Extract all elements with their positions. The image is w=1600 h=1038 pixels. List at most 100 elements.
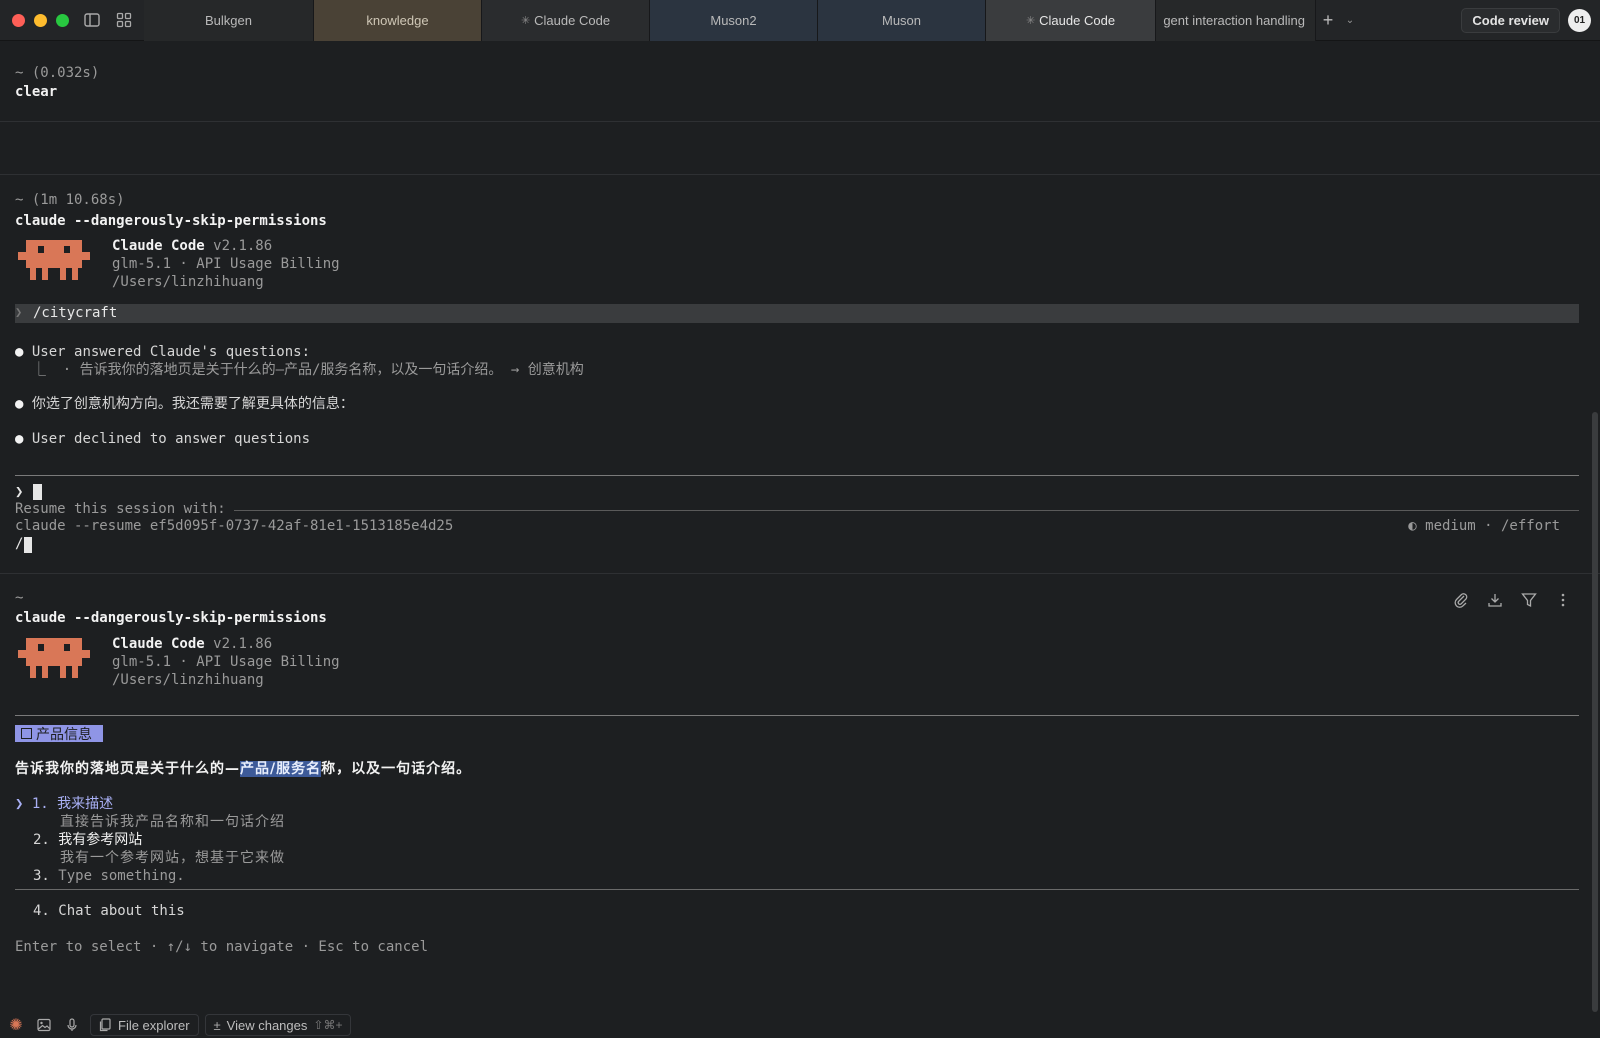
claude-mascot-icon — [18, 240, 90, 280]
file-explorer-button[interactable]: File explorer — [90, 1014, 199, 1036]
selected-text: 产品/服务名 — [240, 761, 322, 777]
view-changes-label: View changes — [226, 1017, 308, 1033]
option-description: 直接告诉我产品名称和一句话介绍 — [60, 814, 285, 830]
assistant-message: ● 你选了创意机构方向。我还需要了解更具体的信息： — [15, 396, 354, 412]
tab-label: gent interaction handling — [1163, 12, 1305, 28]
diff-icon: ± — [213, 1017, 221, 1033]
claude-mascot-icon — [18, 638, 90, 678]
command-text: claude --dangerously-skip-permissions — [15, 610, 327, 626]
tab-knowledge[interactable]: knowledge — [314, 0, 482, 41]
block-divider — [0, 573, 1600, 574]
resume-rule — [234, 510, 1579, 511]
tab-strip: Bulkgen knowledge ✳ Claude Code Muson2 Mu… — [144, 0, 1316, 41]
working-directory: /Users/linzhihuang — [112, 672, 264, 688]
view-changes-button[interactable]: ± View changes ⇧⌘+ — [204, 1014, 352, 1036]
option-description: 我有一个参考网站，想基于它来做 — [60, 850, 285, 866]
option-number: 1. — [31, 796, 49, 812]
question-text: 告诉我你的落地页是关于什么的—产品/服务名称，以及一句话介绍。 — [15, 761, 471, 778]
sidebar-toggle-icon[interactable] — [76, 0, 108, 41]
minimize-window-button[interactable] — [34, 13, 47, 27]
selection-chevron-icon: ❯ — [15, 796, 24, 812]
app-name: Claude Code — [112, 636, 205, 652]
command-timing: ~ — [15, 590, 24, 606]
model-line: glm-5.1 · API Usage Billing — [112, 256, 340, 272]
tab-label: Claude Code — [1039, 12, 1116, 28]
tab-label: knowledge — [366, 12, 429, 28]
tab-bulkgen[interactable]: Bulkgen — [144, 0, 314, 41]
command-text: clear — [15, 84, 58, 100]
grid-view-icon[interactable] — [108, 0, 140, 41]
option-2[interactable]: 2. 我有参考网站 — [33, 832, 142, 849]
download-icon[interactable] — [1486, 591, 1504, 609]
new-tab-plus-icon[interactable]: + — [1316, 10, 1340, 31]
tab-claude-code-1[interactable]: ✳ Claude Code — [482, 0, 650, 41]
scrollbar[interactable] — [1592, 412, 1598, 1012]
option-1[interactable]: ❯ 1. 我来描述 — [15, 796, 113, 813]
option-label: Type something. — [58, 868, 185, 884]
app-version: v2.1.86 — [213, 636, 273, 652]
option-number: 2. — [33, 832, 50, 848]
filter-icon[interactable] — [1520, 591, 1538, 609]
option-3[interactable]: 3. Type something. — [33, 868, 185, 885]
tab-muson2[interactable]: Muson2 — [650, 0, 818, 41]
assistant-message: ● User declined to answer questions — [15, 431, 311, 447]
image-icon[interactable] — [32, 1013, 56, 1037]
claude-sparkle-icon[interactable]: ✺ — [4, 1013, 28, 1037]
spinner-icon: ✳ — [1025, 14, 1036, 27]
block-divider — [0, 174, 1600, 175]
bottom-bar: ✺ File explorer ± View changes ⇧⌘+ — [0, 1012, 1600, 1038]
question-part: 称，以及一句话介绍。 — [321, 761, 472, 777]
close-window-button[interactable] — [12, 13, 25, 27]
spinner-icon: ✳ — [520, 14, 531, 27]
tab-label: Muson2 — [710, 12, 757, 28]
command-timing: ~ (0.032s) — [15, 65, 100, 81]
command-timing: ~ (1m 10.68s) — [15, 192, 125, 208]
option-label: 我有参考网站 — [58, 832, 143, 848]
message-text: 你选了创意机构方向。我还需要了解更具体的信息： — [31, 396, 354, 412]
maximize-window-button[interactable] — [56, 13, 69, 27]
title-bar: Bulkgen knowledge ✳ Claude Code Muson2 Mu… — [0, 0, 1600, 41]
tab-muson[interactable]: Muson — [818, 0, 986, 41]
option-label: 我来描述 — [57, 796, 114, 812]
app-header: Claude Code v2.1.86 — [112, 636, 272, 653]
resume-command[interactable]: claude --resume ef5d095f-0737-42af-81e1-… — [15, 518, 453, 535]
tab-agent-interaction[interactable]: gent interaction handling — [1156, 0, 1316, 41]
tab-label: Bulkgen — [205, 12, 252, 28]
input-rule — [15, 475, 1579, 476]
file-explorer-label: File explorer — [118, 1017, 190, 1033]
resume-label: Resume this session with: — [15, 501, 226, 517]
assistant-message: ● User answered Claude's questions: — [15, 344, 311, 360]
effort-indicator[interactable]: ◐ medium · /effort — [1408, 518, 1560, 534]
input-chevron-icon: ❯ — [15, 484, 24, 500]
attach-icon[interactable] — [1452, 591, 1470, 609]
block-divider — [0, 121, 1600, 122]
code-review-button[interactable]: Code review — [1461, 8, 1560, 33]
microphone-icon[interactable] — [60, 1013, 84, 1037]
slash-input: / — [15, 536, 24, 552]
option-number: 3. — [33, 868, 50, 884]
question-part: 告诉我你的落地页是关于什么的— — [15, 761, 240, 777]
badge-label: 产品信息 — [36, 726, 92, 743]
question-rule — [15, 715, 1579, 716]
prompt-chevron-icon: ❯ — [15, 305, 23, 319]
tab-label: Muson — [881, 12, 922, 28]
app-header: Claude Code v2.1.86 — [112, 238, 272, 255]
more-options-icon[interactable] — [1554, 591, 1572, 609]
command-text: claude --dangerously-skip-permissions — [15, 213, 327, 229]
message-detail: ⎿ · 告诉我你的落地页是关于什么的—产品/服务名称，以及一句话介绍。 → 创意… — [15, 362, 584, 378]
keyboard-hint: Enter to select · ↑/↓ to navigate · Esc … — [15, 939, 429, 955]
options-rule — [15, 889, 1579, 890]
question-category-badge: 产品信息 — [15, 725, 103, 743]
window-controls — [12, 13, 76, 27]
app-name: Claude Code — [112, 238, 205, 254]
avatar[interactable]: 01 — [1568, 9, 1591, 32]
chat-option[interactable]: 4. Chat about this — [33, 903, 185, 920]
text-cursor — [33, 484, 42, 500]
block-toolbar — [1452, 591, 1572, 609]
tab-claude-code-active[interactable]: ✳ Claude Code — [986, 0, 1156, 41]
tab-label: Claude Code — [534, 12, 611, 28]
chevron-down-icon[interactable]: ⌄ — [1340, 15, 1360, 26]
working-directory: /Users/linzhihuang — [112, 274, 264, 290]
message-text: User declined to answer questions — [31, 431, 311, 447]
submitted-prompt: ❯ /citycraft — [15, 304, 1579, 323]
